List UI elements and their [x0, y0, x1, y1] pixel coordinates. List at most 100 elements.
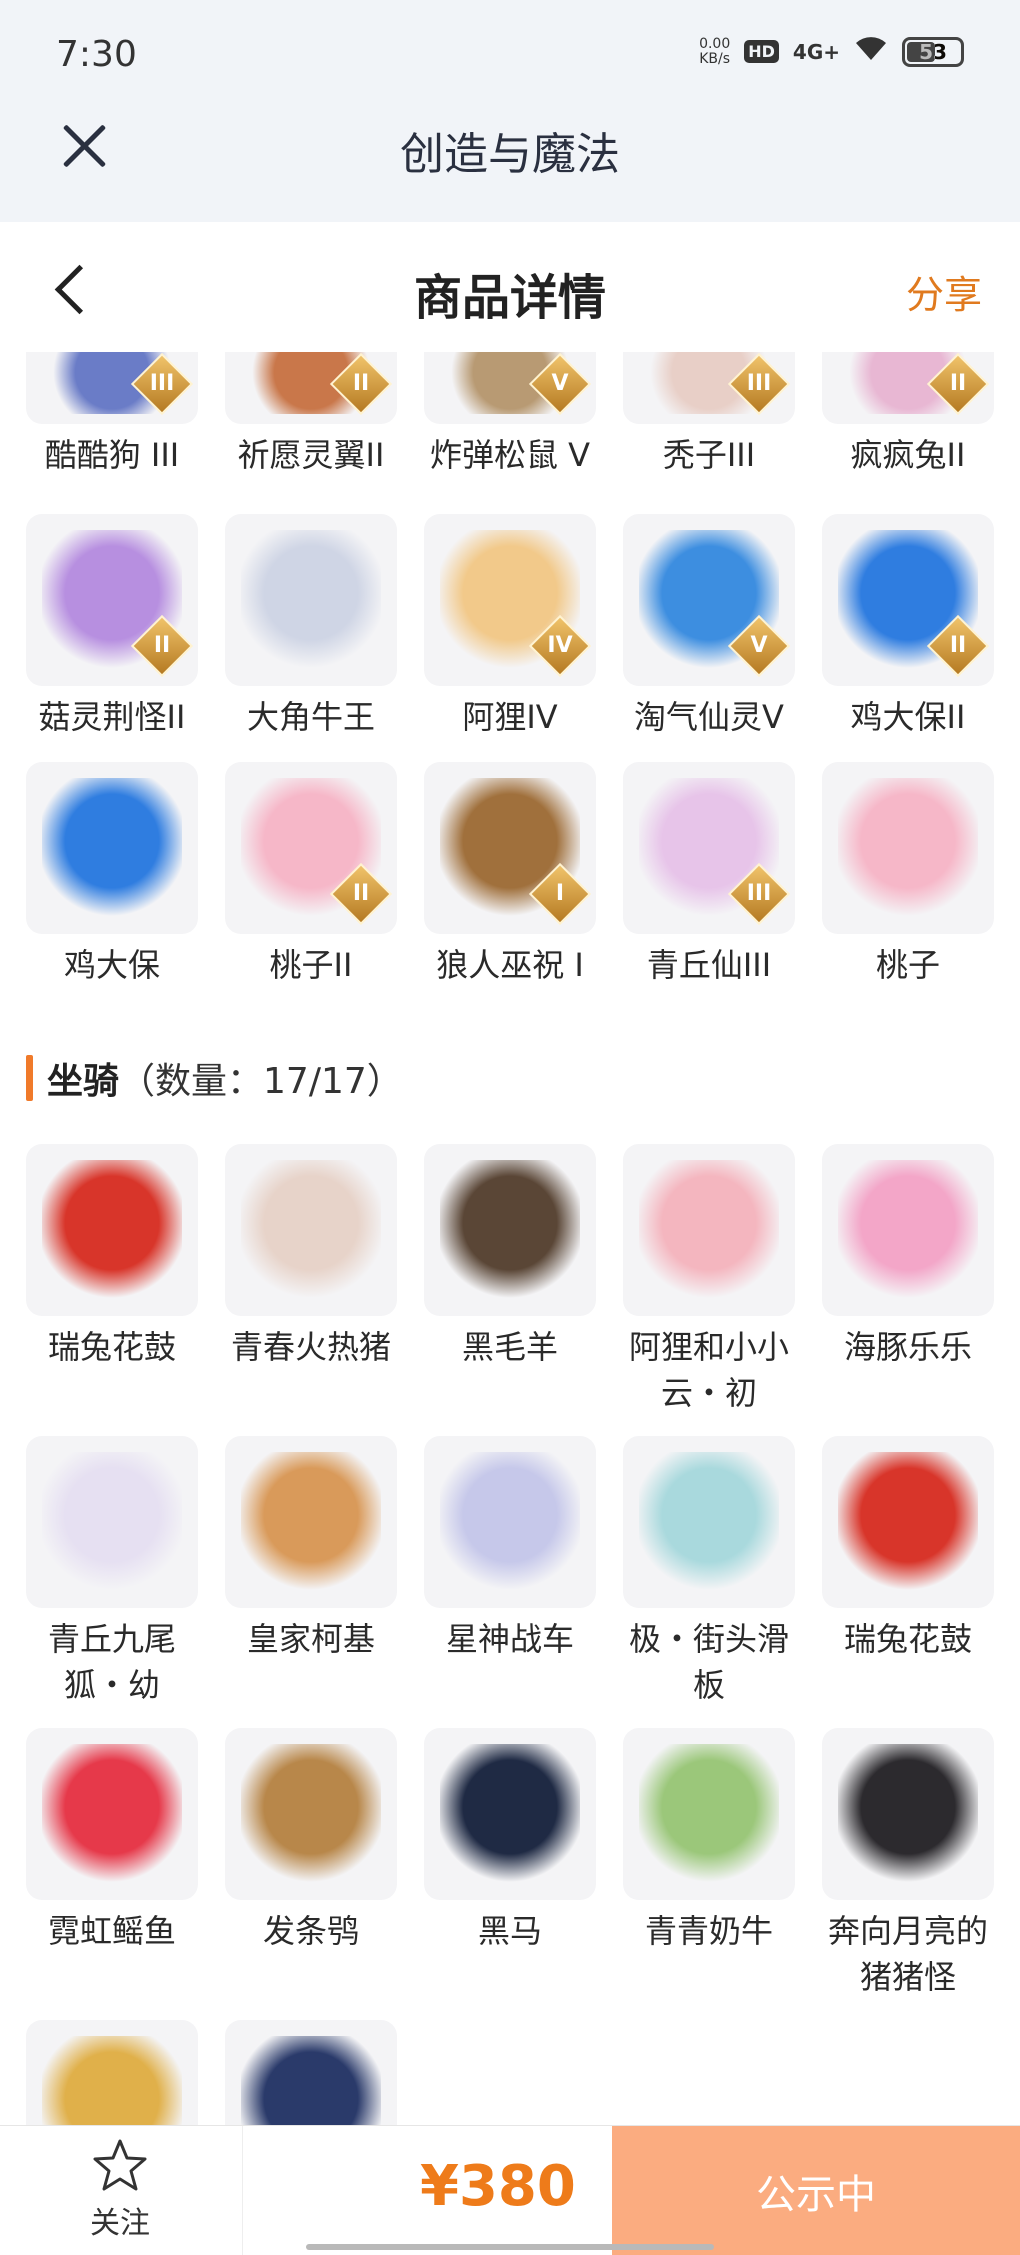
pet-thumbnail: V [424, 352, 596, 424]
pet-item[interactable]: III 青丘仙III [623, 762, 795, 988]
mount-item[interactable] [225, 2020, 397, 2125]
status-time: 7:30 [56, 34, 137, 75]
pet-item[interactable]: V 淘气仙灵V [623, 514, 795, 740]
mount-item[interactable]: 极・街头滑板 [623, 1436, 795, 1708]
mount-image [241, 1452, 381, 1592]
wifi-icon [854, 34, 888, 69]
mount-item[interactable] [26, 2020, 198, 2125]
pet-name: 青丘仙III [646, 946, 772, 984]
pet-item[interactable]: 桃子 [822, 762, 994, 988]
app-title: 创造与魔法 [400, 129, 620, 180]
section-label: 坐骑 [47, 1061, 120, 1102]
pet-item[interactable]: 大角牛王 [225, 514, 397, 740]
mount-item[interactable]: 青丘九尾狐・幼 [26, 1436, 198, 1708]
pet-thumbnail: III [26, 352, 198, 424]
mount-thumbnail [822, 1728, 994, 1900]
mount-thumbnail [623, 1436, 795, 1608]
mount-name: 黑马 [477, 1912, 542, 1950]
mount-item[interactable]: 瑞兔花鼓 [26, 1144, 198, 1416]
pet-thumbnail: II [26, 514, 198, 686]
pet-thumbnail [26, 762, 198, 934]
mount-image [42, 1744, 182, 1884]
divider [242, 2126, 243, 2255]
pet-name: 鸡大保II [850, 698, 966, 736]
mount-item[interactable]: 黑马 [424, 1728, 596, 2000]
pets-grid: II 菇灵荆怪II 大角牛王 IV 阿狸IV V 淘气仙灵V II 鸡大保II 鸡大保 II 桃子II… [26, 514, 996, 988]
mount-image [42, 2036, 182, 2125]
mount-image [42, 1452, 182, 1592]
pet-item[interactable]: II 疯疯兔II [822, 352, 994, 478]
mount-name: 黑毛羊 [461, 1328, 558, 1366]
pet-image [241, 530, 381, 670]
mount-image [241, 1744, 381, 1884]
pet-item[interactable]: I 狼人巫祝 I [424, 762, 596, 988]
mount-name: 星神战车 [445, 1620, 574, 1658]
pet-item[interactable]: II 祈愿灵翼II [225, 352, 397, 478]
mount-image [639, 1452, 779, 1592]
mount-image [440, 1160, 580, 1300]
mount-item[interactable]: 青青奶牛 [623, 1728, 795, 2000]
pet-image [42, 778, 182, 918]
pet-thumbnail [225, 514, 397, 686]
mount-item[interactable]: 发条鸮 [225, 1728, 397, 2000]
pet-name: 阿狸IV [462, 698, 558, 736]
pet-name: 炸弹松鼠 V [429, 436, 591, 474]
mount-name: 瑞兔花鼓 [843, 1620, 972, 1658]
signal-icon: 4G+ [792, 39, 840, 64]
pet-thumbnail [822, 762, 994, 934]
content-scroll[interactable]: III 酷酷狗 III II 祈愿灵翼II V 炸弹松鼠 V III 秃子III II 疯疯兔II… [0, 352, 1020, 2125]
mount-item[interactable]: 海豚乐乐 [822, 1144, 994, 1416]
net-speed: 0.00 KB/s [699, 35, 731, 67]
pet-thumbnail: III [623, 762, 795, 934]
mount-name: 皇家柯基 [246, 1620, 375, 1658]
pet-item[interactable]: V 炸弹松鼠 V [424, 352, 596, 478]
hd-icon: HD [744, 40, 779, 63]
mount-name: 霓虹鳐鱼 [47, 1912, 176, 1950]
mount-thumbnail [26, 1144, 198, 1316]
mount-image [440, 1744, 580, 1884]
price: ¥380 [420, 2154, 576, 2219]
pet-item[interactable]: III 酷酷狗 III [26, 352, 198, 478]
pet-thumbnail: II [225, 762, 397, 934]
mount-item[interactable]: 霓虹鳐鱼 [26, 1728, 198, 2000]
pet-item[interactable]: 鸡大保 [26, 762, 198, 988]
mount-item[interactable]: 星神战车 [424, 1436, 596, 1708]
mount-image [838, 1744, 978, 1884]
follow-button[interactable]: 关注 [70, 2136, 170, 2248]
pet-item[interactable]: II 鸡大保II [822, 514, 994, 740]
mount-item[interactable]: 黑毛羊 [424, 1144, 596, 1416]
pet-item[interactable]: II 菇灵荆怪II [26, 514, 198, 740]
mount-thumbnail [822, 1436, 994, 1608]
bottom-action-bar: 关注 ¥380 公示中 [0, 2125, 1020, 2255]
mount-item[interactable]: 皇家柯基 [225, 1436, 397, 1708]
section-count: （数量：17/17） [119, 1061, 403, 1102]
mount-item[interactable]: 阿狸和小小云・初 [623, 1144, 795, 1416]
pets-partial-row: III 酷酷狗 III II 祈愿灵翼II V 炸弹松鼠 V III 秃子III II 疯疯兔II [26, 352, 996, 478]
pet-thumbnail: IV [424, 514, 596, 686]
mount-thumbnail [225, 2020, 397, 2125]
status-icons: 0.00 KB/s HD 4G+ 53 [699, 34, 964, 69]
mount-item[interactable]: 瑞兔花鼓 [822, 1436, 994, 1708]
pet-item[interactable]: II 桃子II [225, 762, 397, 988]
pet-name: 菇灵荆怪II [38, 698, 186, 736]
mount-item[interactable]: 奔向月亮的猪猪怪 [822, 1728, 994, 2000]
pet-name: 淘气仙灵V [634, 698, 784, 736]
status-button[interactable]: 公示中 [612, 2126, 1020, 2255]
pet-name: 大角牛王 [246, 698, 375, 736]
mount-image [241, 1160, 381, 1300]
pet-name: 鸡大保 [63, 946, 160, 984]
mount-thumbnail [26, 1728, 198, 1900]
mount-thumbnail [26, 1436, 198, 1608]
pet-name: 酷酷狗 III [44, 436, 180, 474]
share-button[interactable]: 分享 [906, 264, 982, 319]
mount-item[interactable]: 青春火热猪 [225, 1144, 397, 1416]
pet-thumbnail: I [424, 762, 596, 934]
pet-item[interactable]: III 秃子III [623, 352, 795, 478]
pet-item[interactable]: IV 阿狸IV [424, 514, 596, 740]
mount-name: 阿狸和小小云・初 [628, 1328, 789, 1412]
mount-thumbnail [225, 1144, 397, 1316]
mount-name: 青丘九尾狐・幼 [47, 1620, 176, 1704]
home-indicator[interactable] [306, 2244, 714, 2250]
pet-thumbnail: II [225, 352, 397, 424]
section-mounts-title: 坐骑 （数量：17/17） [26, 1052, 403, 1104]
